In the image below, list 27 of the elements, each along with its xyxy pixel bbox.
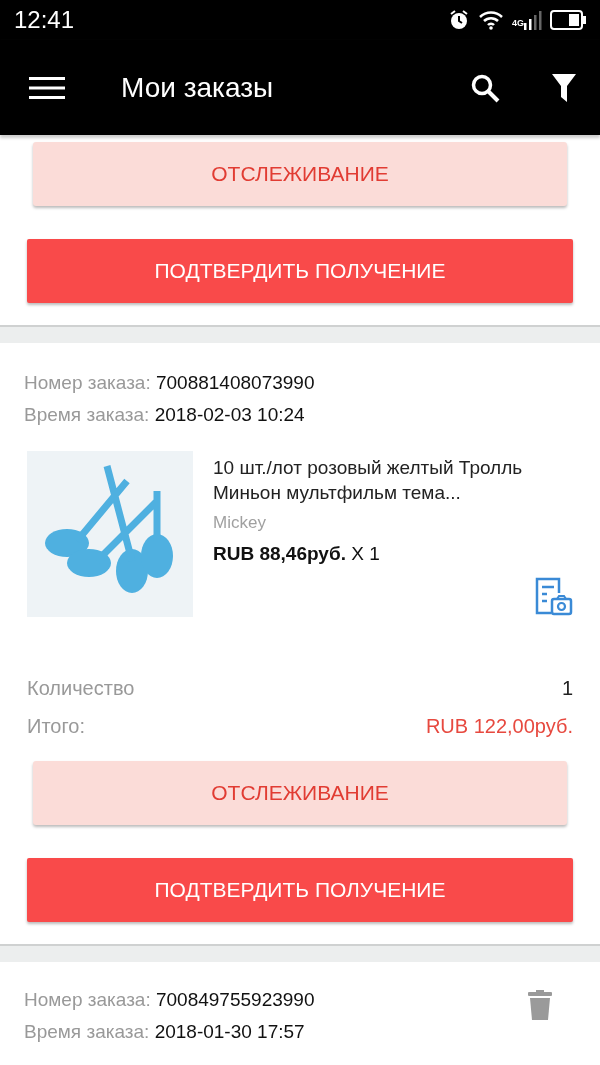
- page-title: Мои заказы: [121, 71, 275, 104]
- tracking-button[interactable]: ОТСЛЕЖИВАНИЕ: [33, 761, 567, 825]
- battery-icon: [550, 10, 586, 30]
- order-number: Номер заказа: 700849755923990: [24, 988, 315, 1012]
- wifi-icon: [478, 10, 504, 30]
- confirm-receipt-button[interactable]: ПОДТВЕРДИТЬ ПОЛУЧЕНИЕ: [27, 858, 573, 922]
- product-title[interactable]: 10 шт./лот розовый желтый Тролль Миньон мультфильм тема...: [213, 455, 573, 505]
- product-price: RUB 88,46руб. X 1: [213, 543, 381, 565]
- order-time: Время заказа: 2018-02-03 10:24: [24, 403, 306, 427]
- search-icon[interactable]: [470, 72, 500, 103]
- quantity-value: 1: [561, 676, 573, 701]
- network-type: 4G: [512, 18, 524, 28]
- filter-icon[interactable]: [552, 73, 576, 102]
- total-label: Итого:: [27, 714, 85, 739]
- order-time: Время заказа: 2018-01-30 17:57: [24, 1020, 306, 1044]
- order-number: Номер заказа: 700881408073990: [24, 371, 315, 395]
- menu-icon[interactable]: [29, 75, 65, 100]
- trash-icon[interactable]: [528, 990, 552, 1020]
- tracking-button[interactable]: ОТСЛЕЖИВАНИЕ: [33, 142, 567, 206]
- clock-time: 12:41: [14, 6, 75, 34]
- quantity-label: Количество: [27, 676, 135, 701]
- product-variant: Mickey: [213, 513, 267, 533]
- alarm-clock-icon: [448, 9, 470, 31]
- photo-review-icon[interactable]: [533, 577, 573, 617]
- total-value: RUB 122,00руб.: [425, 714, 573, 739]
- confirm-receipt-button[interactable]: ПОДТВЕРДИТЬ ПОЛУЧЕНИЕ: [27, 239, 573, 303]
- signal-icon: [524, 10, 542, 30]
